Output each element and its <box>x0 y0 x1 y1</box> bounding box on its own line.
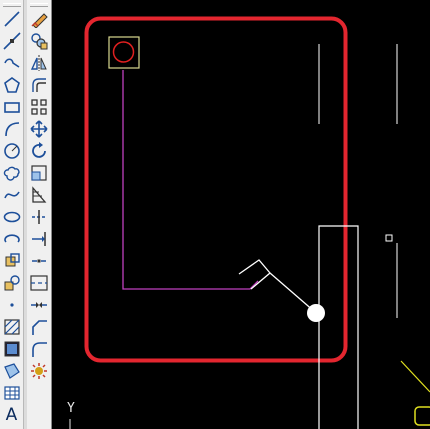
construction-line-button[interactable] <box>1 30 23 52</box>
join-icon <box>30 296 48 314</box>
erase-icon <box>30 10 48 28</box>
rectangle-button[interactable] <box>1 96 23 118</box>
revision-cloud-button[interactable] <box>1 162 23 184</box>
modify-toolbar <box>27 0 52 429</box>
polyline-button[interactable] <box>1 52 23 74</box>
small-square-marker <box>385 234 393 242</box>
move-icon <box>30 120 48 138</box>
toolbar-grip[interactable] <box>2 3 21 7</box>
center-circle-marker <box>112 41 135 63</box>
ucs-axis-label: Y <box>67 401 75 416</box>
move-button[interactable] <box>28 118 50 140</box>
drawing-canvas[interactable]: Y <box>53 0 430 429</box>
diagonal-line[interactable] <box>269 272 316 313</box>
array-button[interactable] <box>28 96 50 118</box>
ellipse-arc-icon <box>3 230 21 248</box>
line-tool-icon <box>3 10 21 28</box>
extend-icon <box>30 230 48 248</box>
draw-toolbar: A <box>0 0 24 429</box>
circle-icon <box>3 142 21 160</box>
line-tool-button[interactable] <box>1 8 23 30</box>
toolbar-grip[interactable] <box>30 3 48 7</box>
region-button[interactable] <box>1 360 23 382</box>
mirror-button[interactable] <box>28 52 50 74</box>
selection-highlight-box <box>84 16 348 363</box>
spline-icon <box>3 186 21 204</box>
table-button[interactable] <box>1 382 23 404</box>
multiline-text-button[interactable]: A <box>1 404 23 426</box>
arc-icon <box>3 120 21 138</box>
array-icon <box>30 98 48 116</box>
point-button[interactable] <box>1 294 23 316</box>
chamfer-button[interactable] <box>28 316 50 338</box>
point-icon <box>3 296 21 314</box>
hatch-icon <box>3 318 21 336</box>
join-button[interactable] <box>28 294 50 316</box>
trim-button[interactable] <box>28 206 50 228</box>
polyline-icon <box>3 54 21 72</box>
stretch-button[interactable] <box>28 184 50 206</box>
copy-button[interactable] <box>28 30 50 52</box>
ellipse-icon <box>3 208 21 226</box>
gradient-icon <box>3 340 21 358</box>
break-at-point-button[interactable] <box>28 250 50 272</box>
offset-icon <box>30 76 48 94</box>
erase-button[interactable] <box>28 8 50 30</box>
offset-button[interactable] <box>28 74 50 96</box>
magenta-polyline[interactable] <box>122 70 259 290</box>
scale-button[interactable] <box>28 162 50 184</box>
break-button[interactable] <box>28 272 50 294</box>
ellipse-button[interactable] <box>1 206 23 228</box>
yellow-diagonal-line[interactable] <box>400 360 430 393</box>
region-icon <box>3 362 21 380</box>
drawing-svg[interactable] <box>53 0 430 429</box>
rotate-button[interactable] <box>28 140 50 162</box>
break-at-point-icon <box>30 252 48 270</box>
stretch-icon <box>30 186 48 204</box>
multiline-text-icon: A <box>5 404 18 425</box>
rectangle-icon <box>3 98 21 116</box>
mirror-icon <box>30 54 48 72</box>
ellipse-arc-button[interactable] <box>1 228 23 250</box>
fillet-icon <box>30 340 48 358</box>
make-block-icon <box>3 274 21 292</box>
hatch-button[interactable] <box>1 316 23 338</box>
table-icon <box>3 384 21 402</box>
construction-line-icon <box>2 32 21 50</box>
extend-button[interactable] <box>28 228 50 250</box>
chamfer-icon <box>30 318 48 336</box>
make-block-button[interactable] <box>1 272 23 294</box>
copy-icon <box>30 32 48 50</box>
break-icon <box>30 274 48 292</box>
solid-grip-dot[interactable] <box>307 304 325 322</box>
gradient-button[interactable] <box>1 338 23 360</box>
fillet-button[interactable] <box>28 338 50 360</box>
revision-cloud-icon <box>3 164 21 182</box>
polygon-button[interactable] <box>1 74 23 96</box>
circle-button[interactable] <box>1 140 23 162</box>
polygon-icon <box>3 76 21 94</box>
scale-icon <box>30 164 48 182</box>
explode-button[interactable] <box>28 360 50 382</box>
explode-icon <box>30 362 48 380</box>
spline-button[interactable] <box>1 184 23 206</box>
outline-rectangle-partial[interactable] <box>318 225 359 429</box>
arc-button[interactable] <box>1 118 23 140</box>
insert-block-button[interactable] <box>1 250 23 272</box>
insert-block-icon <box>3 252 21 270</box>
yellow-partial-object <box>414 406 430 426</box>
rotate-icon <box>30 142 48 160</box>
trim-icon <box>30 208 48 226</box>
